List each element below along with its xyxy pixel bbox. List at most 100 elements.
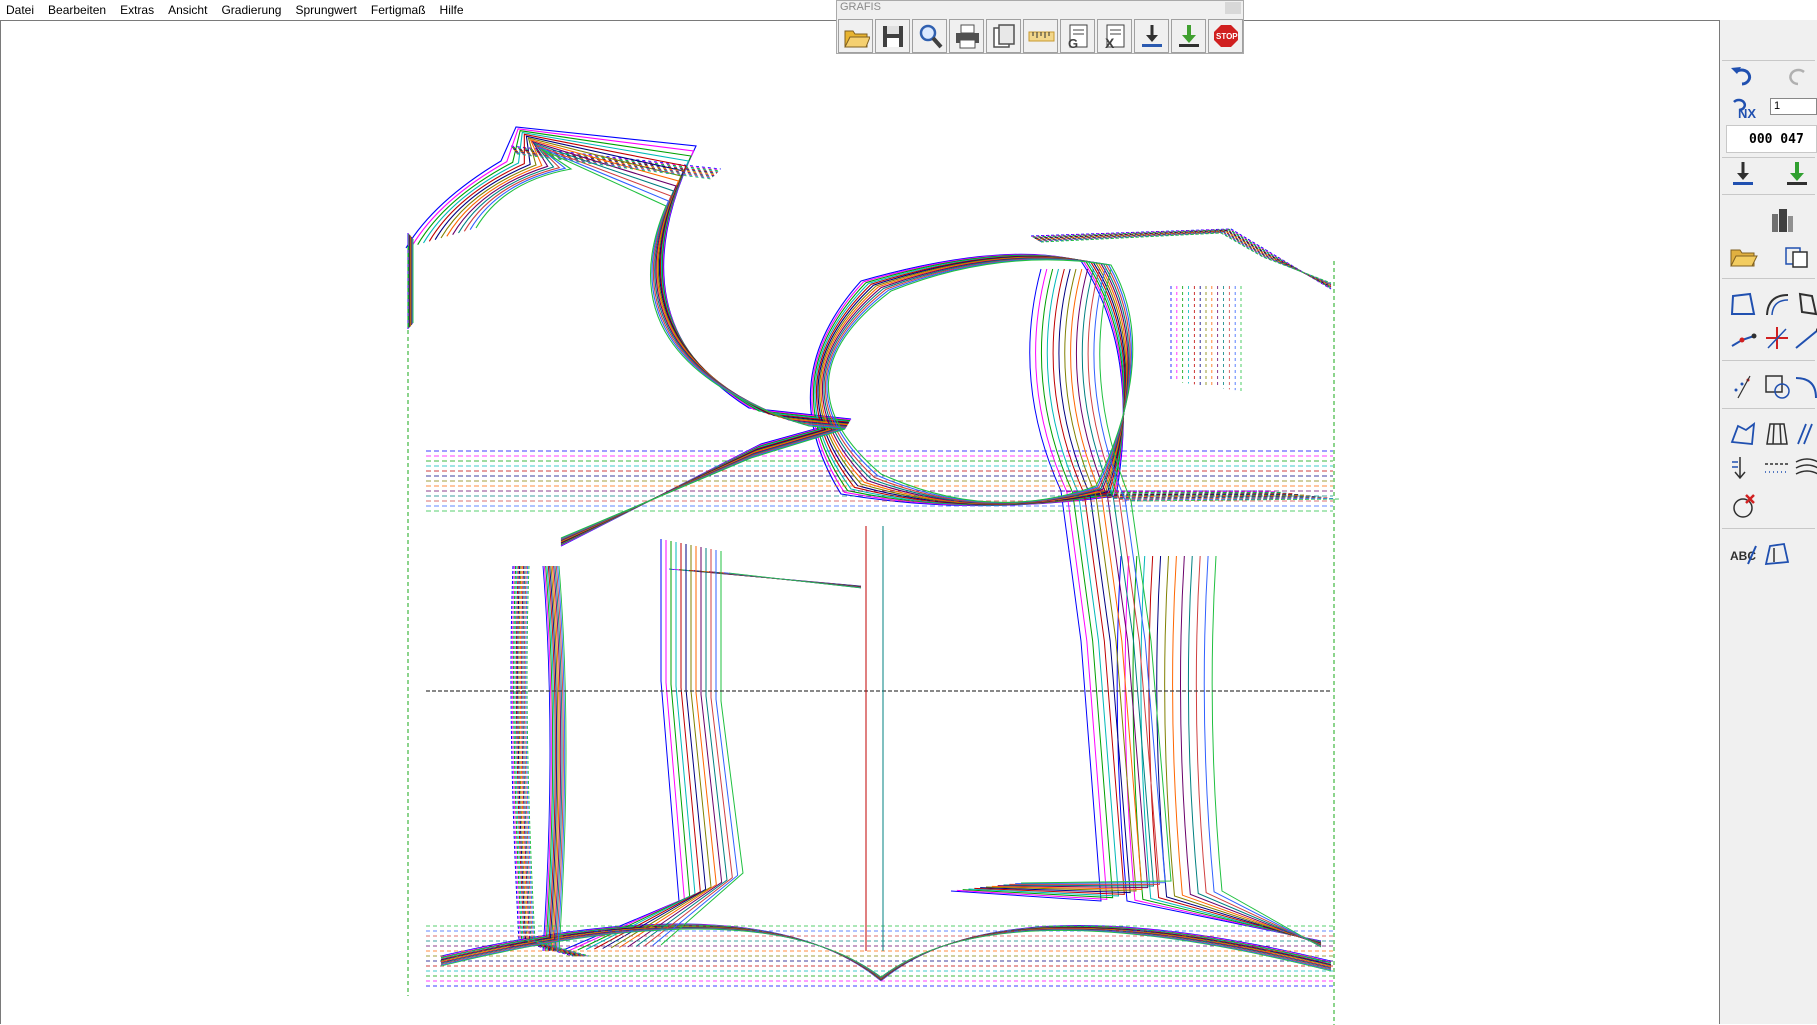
menu-item-2[interactable]: Extras [113,3,161,17]
toolbar-button-download-arrow[interactable] [1134,19,1169,53]
open-folder-button[interactable] [1726,240,1760,272]
menu-item-1[interactable]: Bearbeiten [41,3,113,17]
cross-button[interactable] [1760,322,1794,354]
pattern-line [653,550,738,946]
hatch-button[interactable] [1790,452,1817,484]
toolbar-close-button[interactable] [1225,2,1241,14]
toolbar-button-export-g[interactable]: G [1060,19,1095,53]
menu-item-7[interactable]: Hilfe [433,3,471,17]
toolbar-button-stop[interactable]: STOP [1208,19,1243,53]
pattern-line [1133,556,1321,942]
svg-text:STOP: STOP [1216,32,1238,41]
undo-button[interactable] [1726,58,1760,90]
pattern-drawing[interactable] [1,21,1721,1025]
slant-button[interactable] [1790,418,1817,450]
menu-item-3[interactable]: Ansicht [161,3,214,17]
menu-item-5[interactable]: Sprungwert [288,3,363,17]
panel-separator [1722,194,1815,195]
line-dot-icon [1728,324,1758,352]
points-button[interactable] [1726,370,1760,402]
pleat-button[interactable] [1760,418,1794,450]
nx-input[interactable]: 1 [1770,98,1817,115]
arc-button[interactable] [1790,370,1817,402]
pattern-line [1141,556,1321,943]
cross-icon [1762,324,1792,352]
download-green-button[interactable] [1780,157,1814,189]
copy-piece-button[interactable] [1780,240,1814,272]
pattern-line [619,546,716,948]
pattern-line [1033,230,1331,288]
toolbar-button-download-green[interactable] [1171,19,1206,53]
nx-icon: NX [1728,92,1758,120]
grafis-toolbar: GRAFIS GX STOP [836,0,1244,54]
pattern-line [729,573,861,588]
shape-button[interactable] [1790,288,1817,320]
menu-item-0[interactable]: Datei [0,3,41,17]
toolbar-button-measuring-tape[interactable] [1023,19,1058,53]
toolbar-button-pages[interactable] [986,19,1021,53]
save-disk-icon [879,22,907,50]
text-button[interactable]: ABC [1726,538,1760,570]
pattern-line [1032,229,1331,288]
panel-separator [1722,408,1815,409]
toolbar-button-printer[interactable] [949,19,984,53]
model-button[interactable] [1764,204,1798,236]
pattern-line [1041,233,1331,283]
menu-item-4[interactable]: Gradierung [214,3,288,17]
undo-icon [1728,60,1758,88]
toolbar-button-save-disk[interactable] [875,19,910,53]
pattern-line [569,540,684,951]
circle-delete-icon [1728,492,1758,520]
printer-icon [953,22,981,50]
drawing-area[interactable] [0,20,1720,1024]
nx-button[interactable]: NX [1726,90,1760,122]
download-button[interactable] [1726,157,1760,189]
toolbar-title: GRAFIS [840,1,881,14]
piece-label-icon [1762,540,1792,568]
menu-item-6[interactable]: Fertigmaß [364,3,433,17]
arc-icon [1792,372,1817,400]
pattern-line [1031,229,1331,289]
pattern-line [1196,556,1321,946]
pattern-line [963,269,1113,898]
pattern-line [441,928,881,978]
square-circle-icon [1762,372,1792,400]
pattern-line [470,147,845,539]
circle-delete-button[interactable] [1726,490,1760,522]
dotted-line-button[interactable] [1760,452,1794,484]
curve-button[interactable] [1760,288,1794,320]
pattern-line [1021,269,1171,883]
copy-piece-icon [1782,242,1812,270]
pattern-line [476,149,845,538]
toolbar-button-magnifier[interactable] [912,19,947,53]
line-dot-button[interactable] [1726,322,1760,354]
arrow-mark-button[interactable] [1726,452,1760,484]
export-g-icon: G [1064,22,1092,50]
svg-text:NX: NX [1738,106,1756,120]
slant-icon [1792,420,1817,448]
redo-icon [1782,60,1812,88]
contour-icon [1728,290,1758,318]
square-circle-button[interactable] [1760,370,1794,402]
piece-label-button[interactable] [1760,538,1794,570]
pattern-line [1149,556,1321,943]
pattern-line [561,539,679,951]
pattern-line [816,256,1124,504]
open-folder-icon [1728,242,1758,270]
arrow-down-green-icon [1782,159,1812,187]
toolbar-button-export-x[interactable]: X [1097,19,1132,53]
fold-button[interactable] [1726,418,1760,450]
redo-button[interactable] [1780,58,1814,90]
pattern-line [1079,493,1289,494]
pages-icon [990,22,1018,50]
arrow-down-icon [1728,159,1758,187]
export-x-icon: X [1101,22,1129,50]
pattern-line [1212,556,1321,947]
pattern-line [412,129,851,545]
line-button[interactable] [1790,322,1817,354]
pattern-line [1188,556,1321,946]
text-abc-icon: ABC [1728,540,1758,568]
contour-button[interactable] [1726,288,1760,320]
toolbar-button-open-folder[interactable] [838,19,873,53]
arrow-mark-icon [1728,454,1758,482]
